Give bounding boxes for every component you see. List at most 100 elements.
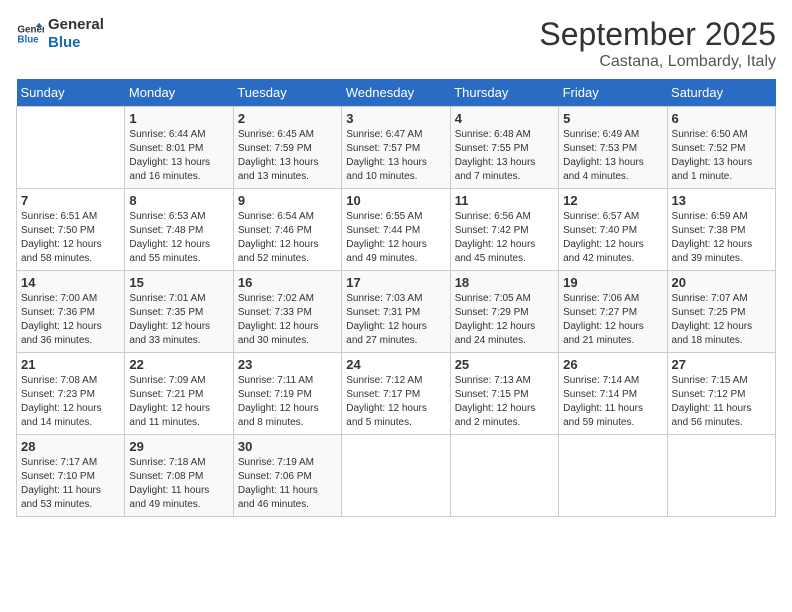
day-number: 29 [129, 439, 228, 454]
title-block: September 2025 Castana, Lombardy, Italy [539, 16, 776, 71]
day-info: Sunrise: 7:19 AM Sunset: 7:06 PM Dayligh… [238, 456, 337, 512]
day-number: 17 [346, 275, 445, 290]
day-number: 26 [563, 357, 662, 372]
weekday-thursday: Thursday [450, 79, 558, 107]
day-info: Sunrise: 7:12 AM Sunset: 7:17 PM Dayligh… [346, 374, 445, 430]
calendar-cell [342, 435, 450, 517]
calendar-cell: 7Sunrise: 6:51 AM Sunset: 7:50 PM Daylig… [17, 189, 125, 271]
day-info: Sunrise: 6:57 AM Sunset: 7:40 PM Dayligh… [563, 210, 662, 266]
calendar-cell: 28 Sunrise: 7:17 AM Sunset: 7:10 PM Dayli… [17, 435, 125, 517]
day-info: Sunrise: 6:59 AM Sunset: 7:38 PM Dayligh… [672, 210, 771, 266]
day-info: Sunrise: 6:51 AM Sunset: 7:50 PM Dayligh… [21, 210, 120, 266]
day-number: 14 [21, 275, 120, 290]
day-info: Sunrise: 7:01 AM Sunset: 7:35 PM Dayligh… [129, 292, 228, 348]
day-info: Sunrise: 7:03 AM Sunset: 7:31 PM Dayligh… [346, 292, 445, 348]
calendar-cell [17, 107, 125, 189]
day-number: 11 [455, 193, 554, 208]
calendar-cell: 10 Sunrise: 6:55 AM Sunset: 7:44 PM Dayli… [342, 189, 450, 271]
calendar-cell: 2 Sunrise: 6:45 AM Sunset: 7:59 PM Daylig… [233, 107, 341, 189]
weekday-wednesday: Wednesday [342, 79, 450, 107]
day-number: 1 [129, 111, 228, 126]
calendar-cell: 8 Sunrise: 6:53 AM Sunset: 7:48 PM Daylig… [125, 189, 233, 271]
week-row-2: 14Sunrise: 7:00 AM Sunset: 7:36 PM Dayli… [17, 271, 776, 353]
weekday-sunday: Sunday [17, 79, 125, 107]
week-row-0: 1 Sunrise: 6:44 AM Sunset: 8:01 PM Daylig… [17, 107, 776, 189]
day-number: 15 [129, 275, 228, 290]
week-row-4: 28 Sunrise: 7:17 AM Sunset: 7:10 PM Dayli… [17, 435, 776, 517]
day-number: 18 [455, 275, 554, 290]
calendar-cell: 5 Sunrise: 6:49 AM Sunset: 7:53 PM Daylig… [559, 107, 667, 189]
calendar-cell: 6Sunrise: 6:50 AM Sunset: 7:52 PM Daylig… [667, 107, 775, 189]
day-number: 13 [672, 193, 771, 208]
day-info: Sunrise: 7:08 AM Sunset: 7:23 PM Dayligh… [21, 374, 120, 430]
calendar-cell: 4 Sunrise: 6:48 AM Sunset: 7:55 PM Daylig… [450, 107, 558, 189]
calendar-cell: 9 Sunrise: 6:54 AM Sunset: 7:46 PM Daylig… [233, 189, 341, 271]
page-header: General Blue General Blue September 2025… [16, 16, 776, 71]
day-info: Sunrise: 6:45 AM Sunset: 7:59 PM Dayligh… [238, 128, 337, 184]
calendar-cell: 1 Sunrise: 6:44 AM Sunset: 8:01 PM Daylig… [125, 107, 233, 189]
svg-text:Blue: Blue [17, 34, 39, 45]
calendar-cell: 22Sunrise: 7:09 AM Sunset: 7:21 PM Dayli… [125, 353, 233, 435]
calendar-cell [559, 435, 667, 517]
day-info: Sunrise: 6:44 AM Sunset: 8:01 PM Dayligh… [129, 128, 228, 184]
day-number: 21 [21, 357, 120, 372]
calendar-cell: 13 Sunrise: 6:59 AM Sunset: 7:38 PM Dayli… [667, 189, 775, 271]
day-info: Sunrise: 6:49 AM Sunset: 7:53 PM Dayligh… [563, 128, 662, 184]
logo: General Blue General Blue [16, 16, 104, 52]
calendar-cell: 26 Sunrise: 7:14 AM Sunset: 7:14 PM Dayli… [559, 353, 667, 435]
day-number: 19 [563, 275, 662, 290]
day-number: 2 [238, 111, 337, 126]
calendar-cell: 12Sunrise: 6:57 AM Sunset: 7:40 PM Dayli… [559, 189, 667, 271]
day-info: Sunrise: 6:56 AM Sunset: 7:42 PM Dayligh… [455, 210, 554, 266]
calendar-cell: 14Sunrise: 7:00 AM Sunset: 7:36 PM Dayli… [17, 271, 125, 353]
day-number: 4 [455, 111, 554, 126]
calendar-cell: 15 Sunrise: 7:01 AM Sunset: 7:35 PM Dayli… [125, 271, 233, 353]
day-number: 30 [238, 439, 337, 454]
calendar-cell: 20Sunrise: 7:07 AM Sunset: 7:25 PM Dayli… [667, 271, 775, 353]
calendar-cell: 25Sunrise: 7:13 AM Sunset: 7:15 PM Dayli… [450, 353, 558, 435]
day-number: 16 [238, 275, 337, 290]
calendar-cell: 17 Sunrise: 7:03 AM Sunset: 7:31 PM Dayli… [342, 271, 450, 353]
day-info: Sunrise: 7:05 AM Sunset: 7:29 PM Dayligh… [455, 292, 554, 348]
day-number: 24 [346, 357, 445, 372]
calendar-body: 1 Sunrise: 6:44 AM Sunset: 8:01 PM Daylig… [17, 107, 776, 517]
day-number: 27 [672, 357, 771, 372]
calendar-cell: 29 Sunrise: 7:18 AM Sunset: 7:08 PM Dayli… [125, 435, 233, 517]
day-info: Sunrise: 6:55 AM Sunset: 7:44 PM Dayligh… [346, 210, 445, 266]
day-number: 20 [672, 275, 771, 290]
day-number: 25 [455, 357, 554, 372]
weekday-friday: Friday [559, 79, 667, 107]
day-info: Sunrise: 7:02 AM Sunset: 7:33 PM Dayligh… [238, 292, 337, 348]
day-number: 8 [129, 193, 228, 208]
calendar-cell: 27 Sunrise: 7:15 AM Sunset: 7:12 PM Dayli… [667, 353, 775, 435]
calendar-cell: 19 Sunrise: 7:06 AM Sunset: 7:27 PM Dayli… [559, 271, 667, 353]
calendar-cell: 23 Sunrise: 7:11 AM Sunset: 7:19 PM Dayli… [233, 353, 341, 435]
day-info: Sunrise: 7:15 AM Sunset: 7:12 PM Dayligh… [672, 374, 771, 430]
day-info: Sunrise: 6:48 AM Sunset: 7:55 PM Dayligh… [455, 128, 554, 184]
location: Castana, Lombardy, Italy [539, 53, 776, 71]
day-number: 9 [238, 193, 337, 208]
logo-general: General [48, 16, 104, 34]
day-info: Sunrise: 7:18 AM Sunset: 7:08 PM Dayligh… [129, 456, 228, 512]
day-info: Sunrise: 7:06 AM Sunset: 7:27 PM Dayligh… [563, 292, 662, 348]
week-row-3: 21 Sunrise: 7:08 AM Sunset: 7:23 PM Dayli… [17, 353, 776, 435]
day-info: Sunrise: 7:17 AM Sunset: 7:10 PM Dayligh… [21, 456, 120, 512]
logo-icon: General Blue [16, 20, 44, 48]
day-number: 5 [563, 111, 662, 126]
calendar-cell: 18 Sunrise: 7:05 AM Sunset: 7:29 PM Dayli… [450, 271, 558, 353]
weekday-monday: Monday [125, 79, 233, 107]
day-info: Sunrise: 7:11 AM Sunset: 7:19 PM Dayligh… [238, 374, 337, 430]
day-number: 10 [346, 193, 445, 208]
day-info: Sunrise: 6:54 AM Sunset: 7:46 PM Dayligh… [238, 210, 337, 266]
weekday-saturday: Saturday [667, 79, 775, 107]
day-info: Sunrise: 7:09 AM Sunset: 7:21 PM Dayligh… [129, 374, 228, 430]
weekday-header-row: SundayMondayTuesdayWednesdayThursdayFrid… [17, 79, 776, 107]
week-row-1: 7Sunrise: 6:51 AM Sunset: 7:50 PM Daylig… [17, 189, 776, 271]
calendar-cell: 21 Sunrise: 7:08 AM Sunset: 7:23 PM Dayli… [17, 353, 125, 435]
day-number: 28 [21, 439, 120, 454]
day-info: Sunrise: 7:14 AM Sunset: 7:14 PM Dayligh… [563, 374, 662, 430]
calendar-cell [450, 435, 558, 517]
day-info: Sunrise: 6:53 AM Sunset: 7:48 PM Dayligh… [129, 210, 228, 266]
day-number: 23 [238, 357, 337, 372]
calendar-cell: 16 Sunrise: 7:02 AM Sunset: 7:33 PM Dayli… [233, 271, 341, 353]
